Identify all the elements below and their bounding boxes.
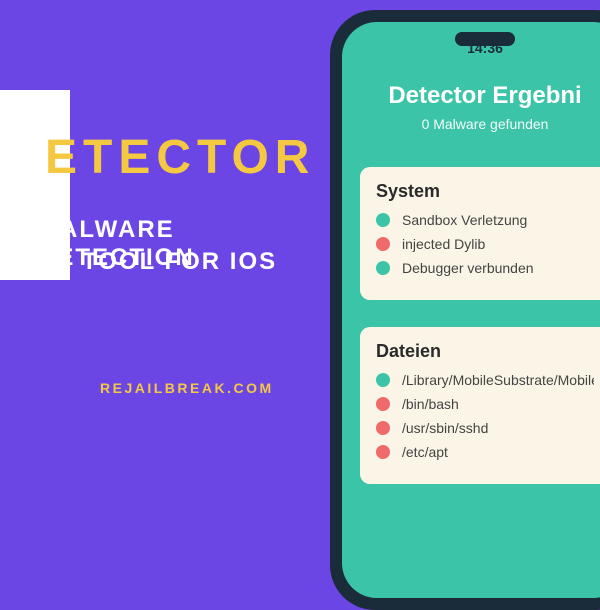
list-item: Debugger verbunden bbox=[376, 260, 594, 276]
status-dot-icon bbox=[376, 421, 390, 435]
list-item: /usr/sbin/sshd bbox=[376, 420, 594, 436]
status-dot-icon bbox=[376, 373, 390, 387]
app-subtitle: 0 Malware gefunden bbox=[360, 116, 600, 132]
app-header: Detector Ergebni 0 Malware gefunden bbox=[342, 82, 600, 132]
system-card-title: System bbox=[376, 181, 594, 202]
list-item: injected Dylib bbox=[376, 236, 594, 252]
status-dot-icon bbox=[376, 445, 390, 459]
files-card: Dateien /Library/MobileSubstrate/MobileS… bbox=[360, 327, 600, 484]
list-item: /Library/MobileSubstrate/MobileSubs bbox=[376, 372, 594, 388]
status-dot-icon bbox=[376, 261, 390, 275]
list-item: /bin/bash bbox=[376, 396, 594, 412]
item-label: injected Dylib bbox=[402, 236, 485, 252]
promo-title: ETECTOR bbox=[45, 130, 315, 185]
status-dot-icon bbox=[376, 213, 390, 227]
item-label: Sandbox Verletzung bbox=[402, 212, 527, 228]
phone-screen: 14:36 Detector Ergebni 0 Malware gefunde… bbox=[342, 22, 600, 598]
item-label: /usr/sbin/sshd bbox=[402, 420, 488, 436]
files-card-title: Dateien bbox=[376, 341, 594, 362]
site-link[interactable]: REJAILBREAK.COM bbox=[100, 380, 274, 396]
promo-panel: ETECTOR MALWARE DETECTION TOOL FOR IOS R… bbox=[0, 0, 330, 500]
list-item: /etc/apt bbox=[376, 444, 594, 460]
item-label: /bin/bash bbox=[402, 396, 459, 412]
system-card: System Sandbox Verletzung injected Dylib… bbox=[360, 167, 600, 300]
item-label: /Library/MobileSubstrate/MobileSubs bbox=[402, 372, 594, 388]
status-dot-icon bbox=[376, 397, 390, 411]
list-item: Sandbox Verletzung bbox=[376, 212, 594, 228]
item-label: Debugger verbunden bbox=[402, 260, 534, 276]
promo-subtitle-line2: TOOL FOR IOS bbox=[82, 248, 277, 276]
item-label: /etc/apt bbox=[402, 444, 448, 460]
status-time: 14:36 bbox=[467, 40, 503, 56]
app-title: Detector Ergebni bbox=[360, 82, 600, 110]
status-dot-icon bbox=[376, 237, 390, 251]
phone-mockup: 14:36 Detector Ergebni 0 Malware gefunde… bbox=[330, 10, 600, 610]
